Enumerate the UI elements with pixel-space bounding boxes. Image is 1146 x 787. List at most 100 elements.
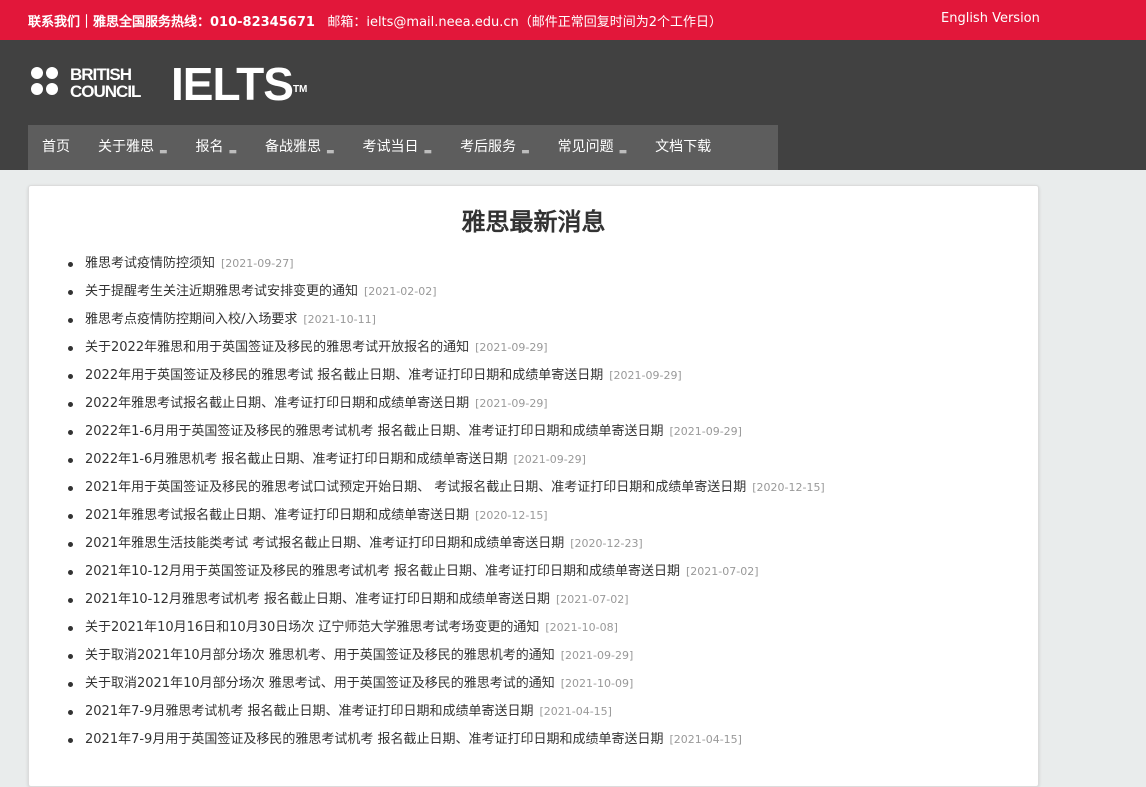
nav-item-register[interactable]: 报名 ▬ bbox=[182, 125, 252, 170]
dropdown-caret-icon: ▬ bbox=[423, 147, 433, 157]
nav-label: 考试当日 bbox=[362, 139, 419, 155]
news-link[interactable]: 2021年10-12月用于英国签证及移民的雅思考试机考 报名截止日期、准考证打印… bbox=[85, 564, 680, 579]
bullet-icon bbox=[68, 626, 73, 631]
news-link[interactable]: 雅思考点疫情防控期间入校/入场要求 bbox=[85, 312, 297, 327]
list-item: 2022年雅思考试报名截止日期、准考证打印日期和成绩单寄送日期 [2021-09-… bbox=[67, 390, 825, 418]
news-date: [2021-07-02] bbox=[556, 593, 629, 606]
bullet-icon bbox=[68, 654, 73, 659]
list-item: 关于取消2021年10月部分场次 雅思机考、用于英国签证及移民的雅思机考的通知 [… bbox=[67, 642, 825, 670]
list-item: 关于2022年雅思和用于英国签证及移民的雅思考试开放报名的通知 [2021-09-… bbox=[67, 334, 825, 362]
nav-label: 考后服务 bbox=[460, 139, 517, 155]
news-date: [2021-09-29] bbox=[609, 369, 682, 382]
list-item: 2021年10-12月雅思考试机考 报名截止日期、准考证打印日期和成绩单寄送日期… bbox=[67, 586, 825, 614]
news-date: [2021-02-02] bbox=[364, 285, 437, 298]
list-item: 关于2021年10月16日和10月30日场次 辽宁师范大学雅思考试考场变更的通知… bbox=[67, 614, 825, 642]
british-council-logo[interactable]: BRITISH COUNCIL bbox=[30, 65, 158, 107]
nav-item-test-day[interactable]: 考试当日 ▬ bbox=[349, 125, 447, 170]
nav-item-about[interactable]: 关于雅思 ▬ bbox=[84, 125, 182, 170]
contact-info: 联系我们｜雅思全国服务热线：010-82345671 邮箱：ielts@mail… bbox=[28, 11, 722, 30]
bullet-icon bbox=[68, 598, 73, 603]
list-item: 关于取消2021年10月部分场次 雅思考试、用于英国签证及移民的雅思考试的通知 [… bbox=[67, 670, 825, 698]
news-link[interactable]: 2021年雅思生活技能类考试 考试报名截止日期、准考证打印日期和成绩单寄送日期 bbox=[85, 536, 564, 551]
news-link[interactable]: 2022年用于英国签证及移民的雅思考试 报名截止日期、准考证打印日期和成绩单寄送… bbox=[85, 368, 603, 383]
dropdown-caret-icon: ▬ bbox=[159, 147, 168, 157]
list-item: 2021年10-12月用于英国签证及移民的雅思考试机考 报名截止日期、准考证打印… bbox=[67, 558, 825, 586]
nav-label: 关于雅思 bbox=[98, 139, 154, 155]
dropdown-caret-icon: ▬ bbox=[326, 147, 335, 157]
news-panel: 雅思最新消息 雅思考试疫情防控须知 [2021-09-27] 关于提醒考生关注近期雅… bbox=[28, 185, 1039, 787]
dropdown-caret-icon: ▬ bbox=[521, 147, 530, 157]
dropdown-caret-icon: ▬ bbox=[228, 147, 238, 157]
news-link[interactable]: 2022年1-6月雅思机考 报名截止日期、准考证打印日期和成绩单寄送日期 bbox=[85, 452, 507, 467]
list-item: 2021年7-9月用于英国签证及移民的雅思考试机考 报名截止日期、准考证打印日期… bbox=[67, 726, 825, 754]
news-date: [2021-04-15] bbox=[539, 705, 612, 718]
page-title: 雅思最新消息 bbox=[461, 208, 606, 236]
list-item: 2022年1-6月雅思机考 报名截止日期、准考证打印日期和成绩单寄送日期 [202… bbox=[67, 446, 825, 474]
bullet-icon bbox=[68, 346, 73, 351]
ielts-logo[interactable]: IELTSTM bbox=[171, 59, 307, 109]
bullet-icon bbox=[68, 290, 73, 295]
bullet-icon bbox=[68, 430, 73, 435]
news-date: [2021-09-29] bbox=[475, 341, 548, 354]
news-link[interactable]: 雅思考试疫情防控须知 bbox=[85, 256, 215, 271]
list-item: 雅思考点疫情防控期间入校/入场要求 [2021-10-11] bbox=[67, 306, 825, 334]
news-date: [2021-10-11] bbox=[303, 313, 376, 326]
email-text: 邮箱：ielts@mail.neea.edu.cn（邮件正常回复时间为2个工作日… bbox=[327, 15, 723, 30]
english-version-link[interactable]: English Version bbox=[941, 11, 1040, 26]
top-contact-bar: 联系我们｜雅思全国服务热线：010-82345671 邮箱：ielts@mail… bbox=[0, 0, 1146, 40]
nav-item-after-test[interactable]: 考后服务 ▬ bbox=[446, 125, 544, 170]
bullet-icon bbox=[68, 374, 73, 379]
nav-label: 文档下载 bbox=[655, 139, 712, 155]
nav-label: 常见问题 bbox=[557, 139, 614, 155]
news-date: [2020-12-23] bbox=[570, 537, 643, 550]
main-nav: 首页 关于雅思 ▬ 报名 ▬ 备战雅思 ▬ 考试当日 ▬ 考后服务 ▬ 常见问题 ▬ 文档下… bbox=[28, 125, 778, 170]
news-link[interactable]: 关于2021年10月16日和10月30日场次 辽宁师范大学雅思考试考场变更的通知 bbox=[85, 620, 539, 635]
list-item: 2021年7-9月雅思考试机考 报名截止日期、准考证打印日期和成绩单寄送日期 [2… bbox=[67, 698, 825, 726]
list-item: 雅思考试疫情防控须知 [2021-09-27] bbox=[67, 250, 825, 278]
news-link[interactable]: 关于取消2021年10月部分场次 雅思机考、用于英国签证及移民的雅思机考的通知 bbox=[85, 648, 555, 663]
news-date: [2021-09-29] bbox=[669, 425, 742, 438]
news-date: [2021-09-29] bbox=[513, 453, 586, 466]
nav-item-downloads[interactable]: 文档下载 bbox=[641, 125, 725, 170]
list-item: 2022年用于英国签证及移民的雅思考试 报名截止日期、准考证打印日期和成绩单寄送… bbox=[67, 362, 825, 390]
news-link[interactable]: 2021年10-12月雅思考试机考 报名截止日期、准考证打印日期和成绩单寄送日期 bbox=[85, 592, 550, 607]
news-date: [2021-09-29] bbox=[560, 649, 634, 662]
news-date: [2021-10-08] bbox=[545, 621, 618, 634]
trademark-mark: TM bbox=[292, 84, 308, 95]
bullet-icon bbox=[68, 486, 73, 491]
news-link[interactable]: 2022年雅思考试报名截止日期、准考证打印日期和成绩单寄送日期 bbox=[85, 396, 469, 411]
bc-logo-line2: COUNCIL bbox=[70, 82, 141, 101]
news-link[interactable]: 关于2022年雅思和用于英国签证及移民的雅思考试开放报名的通知 bbox=[85, 340, 469, 355]
list-item: 2021年雅思考试报名截止日期、准考证打印日期和成绩单寄送日期 [2020-12-… bbox=[67, 502, 825, 530]
nav-label: 备战雅思 bbox=[265, 139, 322, 155]
bullet-icon bbox=[68, 710, 73, 715]
news-link[interactable]: 2022年1-6月用于英国签证及移民的雅思考试机考 报名截止日期、准考证打印日期… bbox=[85, 424, 663, 439]
news-list: 雅思考试疫情防控须知 [2021-09-27] 关于提醒考生关注近期雅思考试安排变更… bbox=[67, 250, 825, 754]
nav-label: 首页 bbox=[42, 139, 70, 155]
hotline-text: ｜雅思全国服务热线：010-82345671 bbox=[80, 15, 315, 30]
news-date: [2021-07-02] bbox=[686, 565, 759, 578]
bullet-icon bbox=[68, 514, 73, 519]
bullet-icon bbox=[68, 682, 73, 687]
news-link[interactable]: 2021年7-9月雅思考试机考 报名截止日期、准考证打印日期和成绩单寄送日期 bbox=[85, 704, 533, 719]
site-header: BRITISH COUNCIL IELTSTM 首页 关于雅思 ▬ 报名 ▬ 备战雅… bbox=[0, 40, 1146, 170]
news-date: [2020-12-15] bbox=[752, 481, 825, 494]
british-council-dots-icon: BRITISH COUNCIL bbox=[31, 65, 142, 101]
nav-label: 报名 bbox=[195, 139, 224, 155]
list-item: 2022年1-6月用于英国签证及移民的雅思考试机考 报名截止日期、准考证打印日期… bbox=[67, 418, 825, 446]
nav-item-home[interactable]: 首页 bbox=[28, 125, 84, 170]
contact-us-link[interactable]: 联系我们 bbox=[28, 15, 80, 30]
list-item: 2021年用于英国签证及移民的雅思考试口试预定开始日期、 考试报名截止日期、准考… bbox=[67, 474, 825, 502]
nav-item-prepare[interactable]: 备战雅思 ▬ bbox=[251, 125, 349, 170]
bullet-icon bbox=[68, 570, 73, 575]
news-link[interactable]: 关于提醒考生关注近期雅思考试安排变更的通知 bbox=[85, 284, 358, 299]
bullet-icon bbox=[68, 402, 73, 407]
news-link[interactable]: 2021年用于英国签证及移民的雅思考试口试预定开始日期、 考试报名截止日期、准考… bbox=[85, 480, 746, 495]
news-link[interactable]: 关于取消2021年10月部分场次 雅思考试、用于英国签证及移民的雅思考试的通知 bbox=[85, 676, 555, 691]
news-link[interactable]: 2021年7-9月用于英国签证及移民的雅思考试机考 报名截止日期、准考证打印日期… bbox=[85, 732, 663, 747]
news-link[interactable]: 2021年雅思考试报名截止日期、准考证打印日期和成绩单寄送日期 bbox=[85, 508, 469, 523]
news-date: [2021-10-09] bbox=[560, 677, 634, 690]
nav-item-faq[interactable]: 常见问题 ▬ bbox=[544, 125, 642, 170]
news-date: [2021-09-27] bbox=[221, 257, 294, 270]
bullet-icon bbox=[68, 318, 73, 323]
